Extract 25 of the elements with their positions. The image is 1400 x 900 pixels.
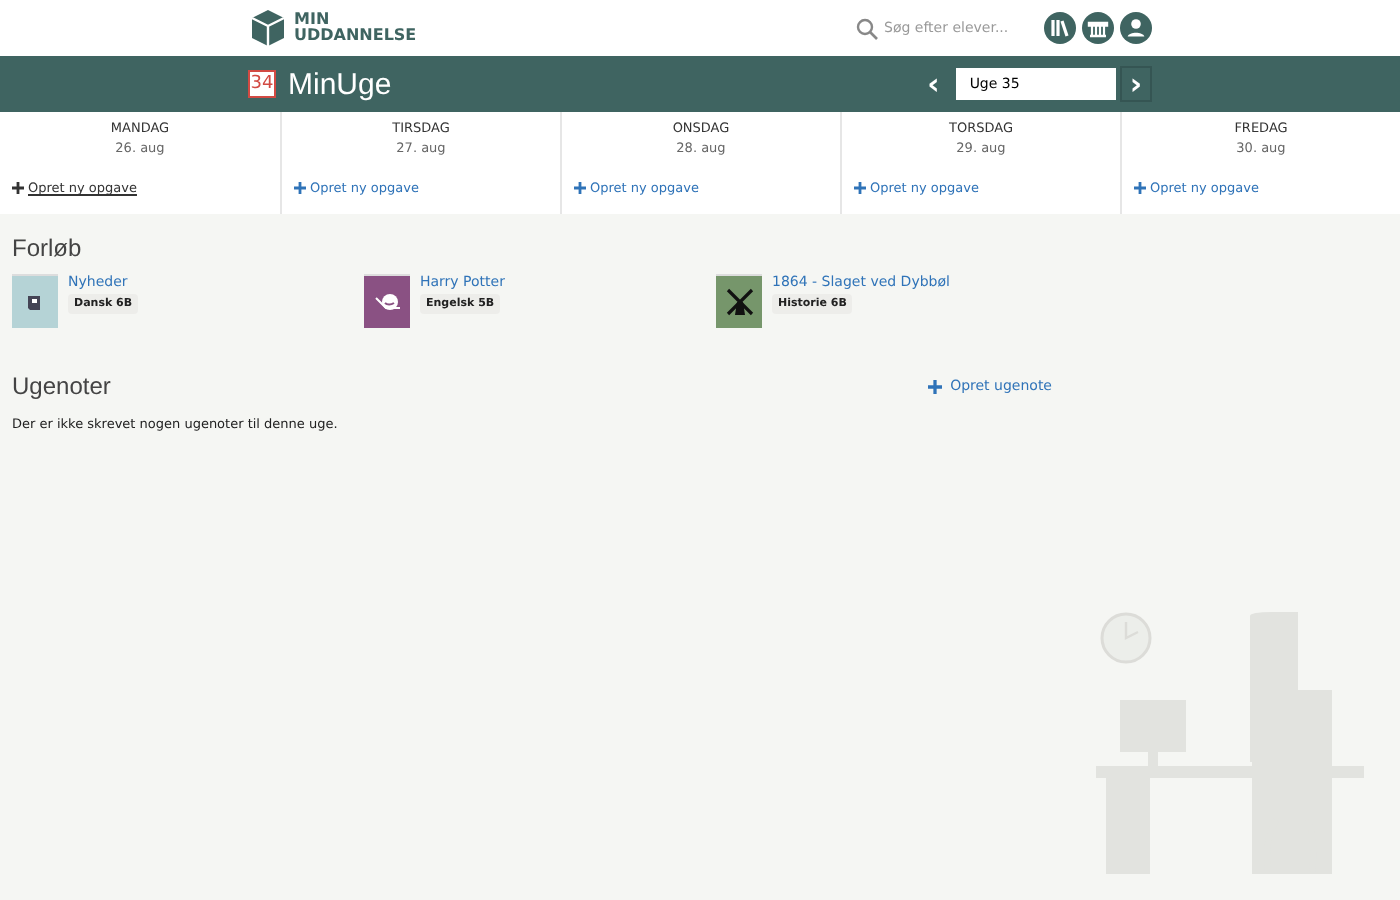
plus-icon	[928, 379, 943, 393]
section-heading: Ugenoter	[12, 372, 111, 400]
logo-text: UDDANNELSE	[294, 28, 417, 44]
windmill-icon	[725, 288, 753, 316]
user-icon[interactable]	[1120, 12, 1152, 44]
plus-icon	[12, 182, 24, 194]
previous-week-button[interactable]: ‹	[919, 66, 948, 102]
course-thumbnail[interactable]	[12, 274, 58, 328]
next-week-button[interactable]: ›	[1119, 66, 1152, 102]
library-icon[interactable]	[1082, 12, 1114, 44]
plus-icon	[574, 182, 586, 194]
newspaper-icon	[26, 293, 44, 311]
course-thumbnail[interactable]	[716, 274, 762, 328]
books-icon[interactable]	[1044, 12, 1076, 44]
plus-icon	[1134, 182, 1146, 194]
search-icon	[856, 17, 878, 39]
wizard-hat-icon	[373, 292, 401, 312]
course-thumbnail[interactable]	[364, 274, 410, 328]
plus-icon	[854, 182, 866, 194]
page-title: MinUge	[288, 67, 392, 101]
logo-text: MIN	[294, 12, 332, 28]
section-heading: Forløb	[12, 234, 84, 262]
week-number-badge: 34	[248, 70, 276, 98]
logo-icon	[248, 8, 288, 48]
plus-icon	[294, 182, 306, 194]
